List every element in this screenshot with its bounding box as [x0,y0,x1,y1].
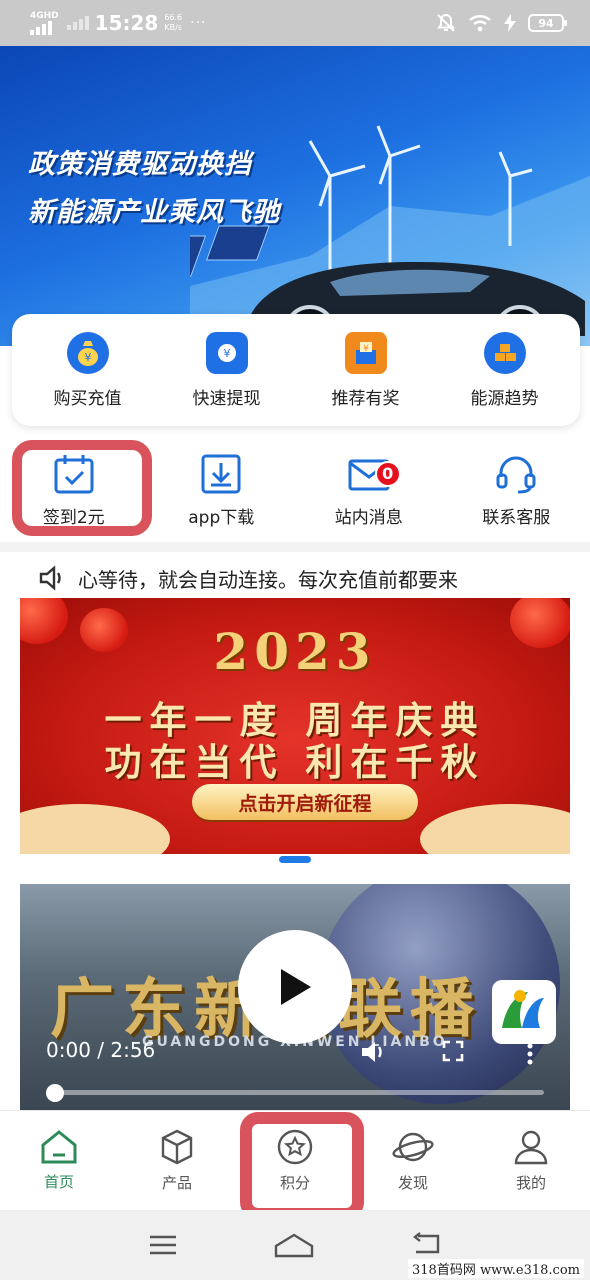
anniversary-promo-banner[interactable]: 2023 一年一度 周年庆典 功在当代 利在千秋 点击开启新征程 [20,598,570,854]
battery-indicator: 94 [528,14,567,32]
buy-recharge-label: 购买充值 [53,388,122,409]
quick-withdraw-button[interactable]: ¥ 快速提现 [162,331,292,409]
system-home-icon[interactable] [274,1232,314,1258]
section-divider [0,542,590,552]
svg-text:¥: ¥ [84,351,91,364]
speed-unit: KB/s [164,23,182,32]
tab-discover[interactable]: 发现 [358,1128,468,1193]
unread-count-badge: 0 [374,460,401,487]
quick-withdraw-label: 快速提现 [192,388,261,409]
video-progress-knob[interactable] [46,1084,64,1102]
network-type: 4GHD [30,10,59,21]
svg-text:¥: ¥ [223,347,230,360]
hero-banner[interactable]: 政策消费驱动换挡 新能源产业乘风飞驰 [0,46,590,346]
tab-home-label: 首页 [43,1173,74,1191]
wifi-icon [469,15,491,32]
charging-bolt-icon [504,14,516,32]
video-progress-track[interactable] [50,1090,544,1095]
promo-cta-button[interactable]: 点击开启新征程 [192,784,418,820]
carousel-indicator[interactable] [279,856,311,863]
tab-me[interactable]: 我的 [476,1128,586,1193]
video-player[interactable]: 广东新闻联播 GUANGDONG XINWEN LIANBO 0:00 / 2:… [20,884,570,1110]
more-notifications-icon: ··· [190,15,207,31]
tab-discover-label: 发现 [397,1174,428,1192]
volume-icon[interactable] [360,1040,388,1064]
user-icon [514,1130,548,1165]
signal-bars-icon [30,20,52,35]
notice-marquee[interactable]: 心等待，就会自动连接。每次充值前都要来 [38,560,538,596]
back-icon[interactable] [410,1232,442,1258]
cloud-left-decoration [20,804,170,854]
tab-home[interactable]: 首页 [4,1129,114,1192]
referral-reward-button[interactable]: ¥ 推荐有奖 [301,331,431,409]
speaker-icon [39,565,61,591]
gift-box-icon: ¥ [344,331,387,374]
sign-in-highlight-frame [12,440,152,536]
speed-value: 66.6 [164,13,183,22]
quick-menu-card: ¥ 购买充值 ¥ 快速提现 ¥ 推荐有奖 能源趋势 [12,314,580,426]
watermark: 318首码网 www.e318.com [408,1259,584,1278]
app-download-button[interactable]: app下载 [151,453,291,528]
customer-service-label: 联系客服 [482,507,551,528]
money-bag-icon: ¥ [66,331,109,374]
fullscreen-icon[interactable] [442,1040,464,1062]
network-speed: 66.6 KB/s [164,13,182,33]
headset-icon [496,456,536,493]
mute-bell-icon [436,13,456,32]
inbox-messages-label: 站内消息 [334,507,403,528]
channel-logo [492,980,556,1044]
clock: 15:28 [94,11,159,35]
svg-text:¥: ¥ [363,344,369,354]
play-icon [281,969,311,1005]
home-icon [41,1130,77,1164]
hero-title-line2: 新能源产业乘风飞驰 [28,197,280,228]
cellular-signal: 4GHD [30,10,59,35]
download-icon [201,454,241,493]
video-time: 0:00 / 2:56 [46,1038,156,1062]
planet-icon [392,1132,434,1162]
customer-service-button[interactable]: 联系客服 [446,453,586,528]
notice-text: 心等待，就会自动连接。每次充值前都要来 [78,567,458,592]
cube-icon [161,1129,193,1165]
energy-trend-button[interactable]: 能源趋势 [440,331,570,409]
points-tab-highlight-frame [240,1112,364,1220]
hero-title-line1: 政策消费驱动换挡 [28,149,252,180]
wallet-icon: ¥ [205,331,248,374]
referral-reward-label: 推荐有奖 [331,388,400,409]
app-download-label: app下载 [188,507,255,528]
battery-level: 94 [538,16,554,30]
bars-icon [483,331,526,374]
cloud-right-decoration [420,804,570,854]
tab-products-label: 产品 [161,1174,192,1192]
buy-recharge-button[interactable]: ¥ 购买充值 [23,331,153,409]
menu-icon[interactable] [148,1233,178,1257]
status-bar: 4GHD 15:28 66.6 KB/s ··· 94 [0,0,590,46]
tab-products[interactable]: 产品 [122,1128,232,1193]
inbox-messages-button[interactable]: 站内消息 0 [299,453,439,528]
promo-year: 2023 [213,622,377,681]
signal-bars-secondary-icon [66,16,89,30]
energy-trend-label: 能源趋势 [470,388,539,409]
play-button[interactable] [238,930,352,1044]
more-options-icon[interactable] [526,1042,534,1066]
tab-me-label: 我的 [515,1174,546,1192]
promo-line2: 功在当代 利在千秋 [104,740,486,784]
